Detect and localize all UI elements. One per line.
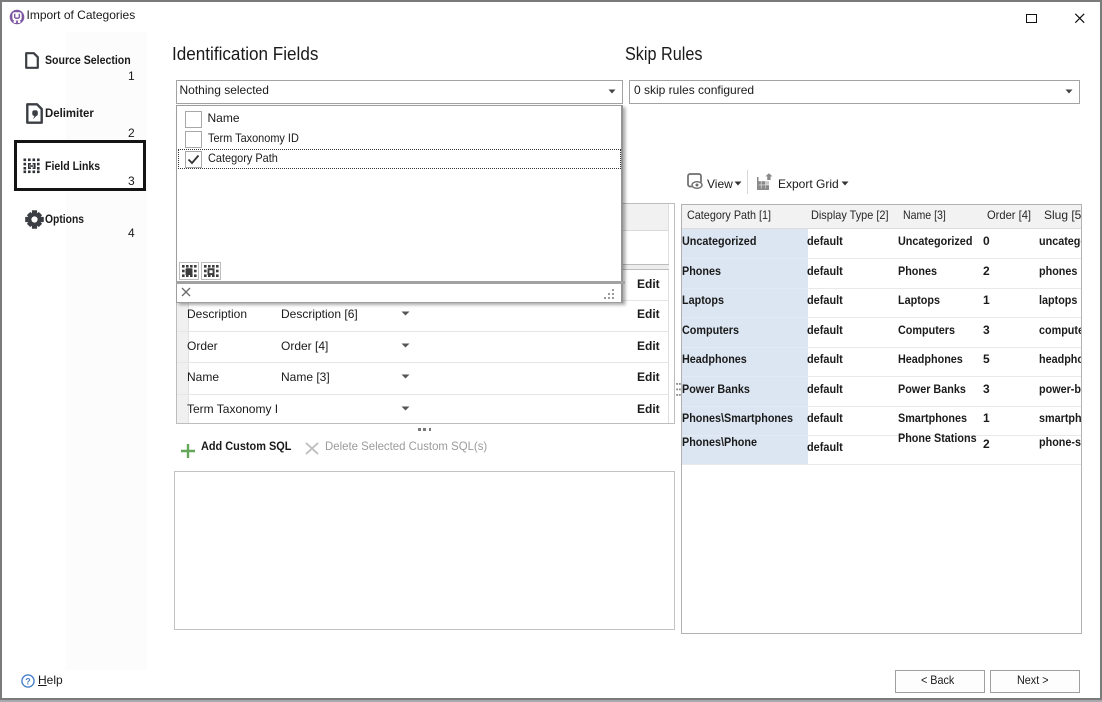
- svg-text:?: ?: [25, 676, 30, 686]
